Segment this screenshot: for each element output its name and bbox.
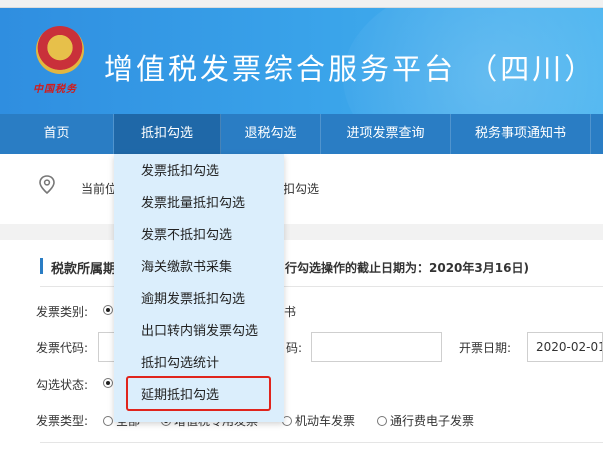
tax-emblem-icon <box>36 26 84 74</box>
breadcrumb-prefix: 当前位 <box>81 182 118 196</box>
menu-item-overdue-deduction-select[interactable]: 逾期发票抵扣勾选 <box>114 284 284 316</box>
invoice-type-option-motor-vehicle[interactable]: 机动车发票 <box>282 412 355 429</box>
menu-item-customs-payment-collect[interactable]: 海关缴款书采集 <box>114 252 284 284</box>
menu-item-non-deduction-select[interactable]: 发票不抵扣勾选 <box>114 220 284 252</box>
nav-item-tax-notice[interactable]: 税务事项通知书 <box>451 114 591 154</box>
header-banner: 中国税务 增值税发票综合服务平台 （四川） <box>0 8 603 114</box>
breadcrumb: 当前位 扣勾选 <box>0 154 603 224</box>
radio-icon <box>103 416 113 426</box>
breadcrumb-current: 扣勾选 <box>283 182 320 196</box>
invoice-type-option-label: 通行费电子发票 <box>390 414 475 428</box>
location-icon <box>39 175 55 195</box>
menu-item-export-to-domestic-select[interactable]: 出口转内销发票勾选 <box>114 316 284 348</box>
section-accent <box>40 258 43 274</box>
page-title: 增值税发票综合服务平台 （四川） <box>104 52 597 86</box>
nav-item-home[interactable]: 首页 <box>0 114 114 154</box>
invoice-type-option-label: 机动车发票 <box>295 414 356 428</box>
invoice-type-label: 发票类型: <box>36 414 89 428</box>
issue-date-label: 开票日期: <box>459 341 512 355</box>
nav-item-refund-select[interactable]: 退税勾选 <box>221 114 321 154</box>
emblem-text: 中国税务 <box>33 84 77 95</box>
section-title: 税款所属期 <box>51 262 117 277</box>
invoice-category-tail: 书 <box>284 305 297 319</box>
issue-date-input[interactable]: 2020-02-01 <box>527 332 603 362</box>
invoice-type-option-toll-electronic[interactable]: 通行费电子发票 <box>377 412 474 429</box>
select-status-label: 勾选状态: <box>36 378 89 392</box>
menu-item-batch-deduction-select[interactable]: 发票批量抵扣勾选 <box>114 188 284 220</box>
invoice-number-label: 码: <box>286 341 303 355</box>
nav-item-input-invoice-query[interactable]: 进项发票查询 <box>321 114 451 154</box>
deadline-note: 行勾选操作的截止日期为：2020年3月16日) <box>285 261 529 275</box>
radio-icon <box>377 416 387 426</box>
invoice-number-input[interactable] <box>311 332 442 362</box>
section-gap <box>0 224 603 240</box>
invoice-code-label: 发票代码: <box>36 341 89 355</box>
invoice-category-label: 发票类别: <box>36 305 89 319</box>
select-status-radio[interactable] <box>103 378 113 388</box>
browser-toolbar <box>0 0 603 8</box>
main-nav: 首页 抵扣勾选 退税勾选 进项发票查询 税务事项通知书 <box>0 114 603 154</box>
form-divider <box>40 442 603 443</box>
menu-item-invoice-deduction-select[interactable]: 发票抵扣勾选 <box>114 156 284 188</box>
invoice-category-radio[interactable] <box>103 305 113 315</box>
highlight-box <box>126 376 271 411</box>
nav-item-deduction-select[interactable]: 抵扣勾选 <box>114 114 221 154</box>
